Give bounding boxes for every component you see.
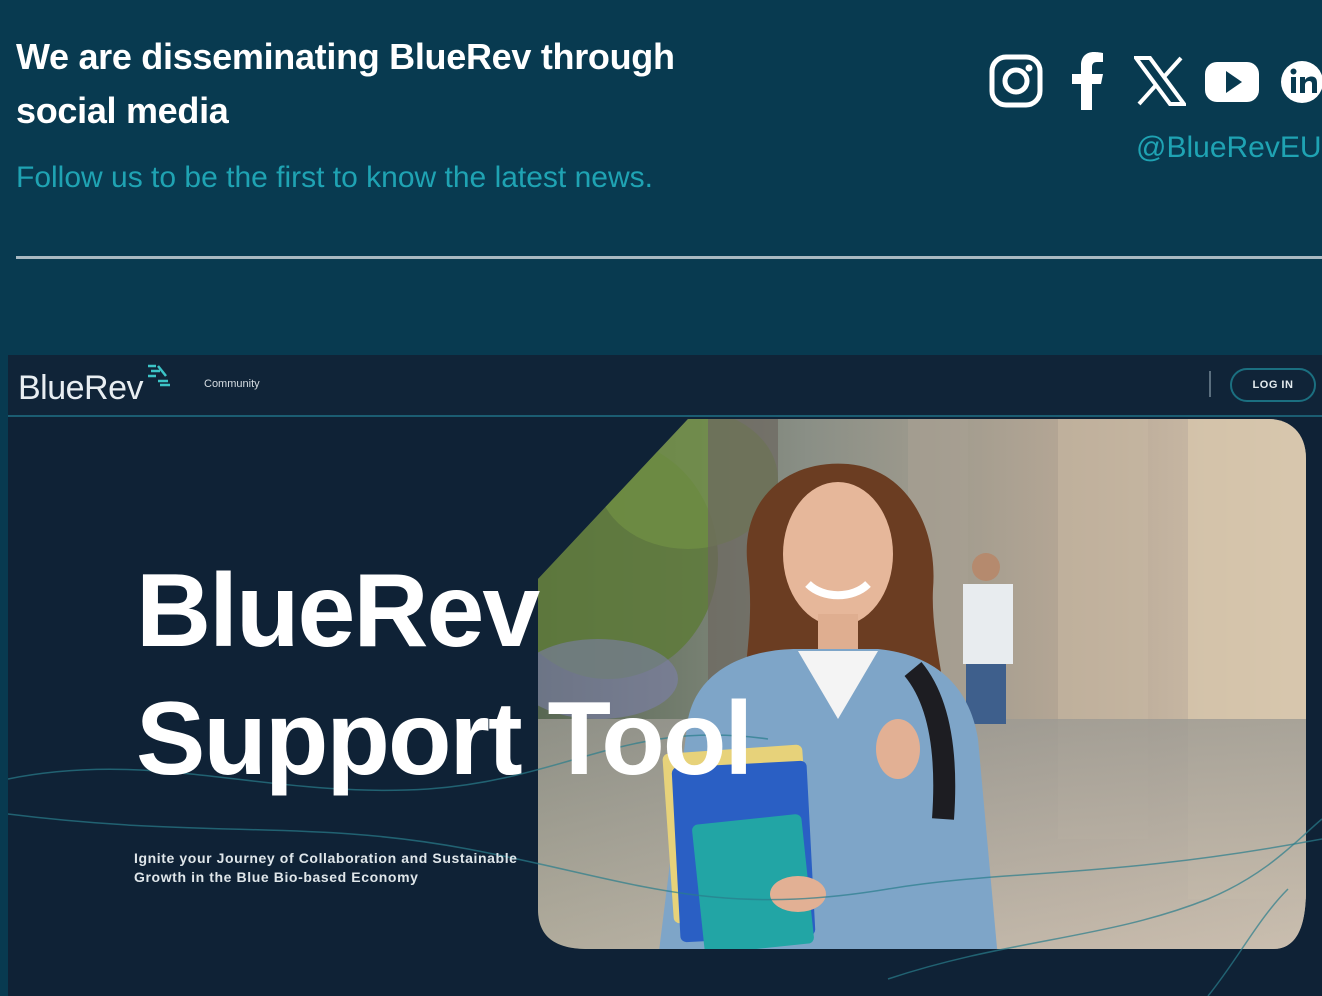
hero-subtitle: Ignite your Journey of Collaboration and…: [134, 850, 518, 885]
x-icon[interactable]: [1132, 52, 1188, 115]
nav-link-community[interactable]: Community: [204, 378, 260, 390]
social-handle[interactable]: @BlueRevEU: [1136, 128, 1322, 168]
screenshot-navbar: BlueRev Community LOG IN: [8, 355, 1322, 417]
divider: [16, 256, 1322, 259]
hero-title-line1: BlueRev: [136, 553, 540, 669]
login-button[interactable]: LOG IN: [1230, 368, 1316, 402]
facebook-icon[interactable]: [1070, 52, 1106, 115]
logo-mark-icon: [148, 364, 170, 387]
hero-title: BlueRev Support Tool: [136, 547, 753, 803]
hero-title-line2: Support Tool: [136, 681, 753, 797]
social-subtext: Follow us to be the first to know the la…: [16, 161, 653, 194]
youtube-icon[interactable]: [1204, 52, 1260, 115]
support-tool-screenshot: BlueRev Community LOG IN BlueRev Support…: [8, 355, 1322, 996]
nav-separator: [1209, 371, 1211, 397]
linkedin-icon[interactable]: [1280, 52, 1322, 115]
hero-section: BlueRev Support Tool Ignite your Journey…: [8, 419, 1322, 996]
social-heading: We are disseminating BlueRev through soc…: [16, 36, 675, 131]
bluerev-logo[interactable]: BlueRev: [18, 369, 144, 408]
instagram-icon[interactable]: [988, 52, 1044, 115]
page: We are disseminating BlueRev through soc…: [0, 0, 1322, 996]
